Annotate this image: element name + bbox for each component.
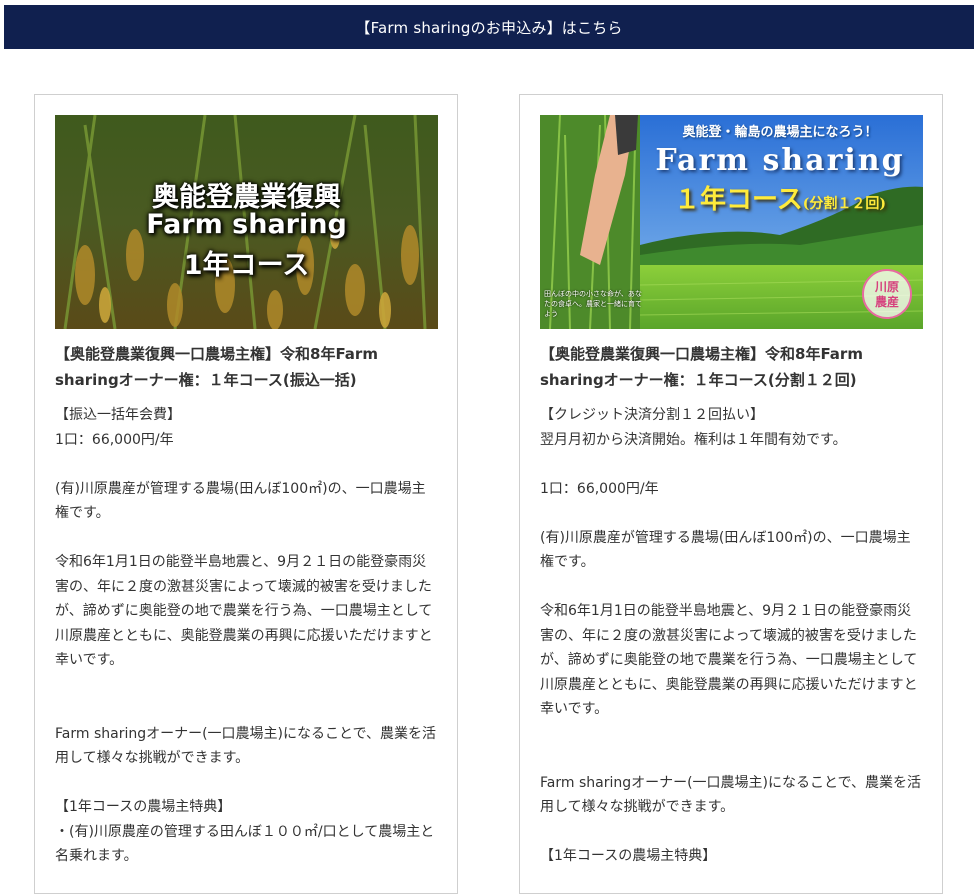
product-card-installment: 奥能登・輪島の農場主になろう！ Farm sharing １年コース(分割１２回…: [519, 94, 943, 894]
product-title[interactable]: 【奥能登農業復興一口農場主権】令和8年Farm sharingオーナー権：１年コ…: [55, 341, 439, 393]
apply-banner-button[interactable]: 【Farm sharingのお申込み】はこちら: [4, 5, 974, 49]
product-description: 【クレジット決済分割１２回払い】 翌月月初から決済開始。権利は１年間有効です。 …: [540, 403, 924, 869]
kawahara-stamp-logo: 川原 農産: [862, 269, 912, 319]
image-tagline: 奥能登・輪島の農場主になろう！: [682, 125, 878, 140]
image-title-line3: 1年コース: [183, 250, 310, 281]
image-title-line2: Farm sharing: [146, 209, 347, 240]
price: 1口：66,000円/年: [55, 431, 174, 448]
description-farm: (有)川原農産が管理する農場(田んぼ100㎡)の、一口農場主権です。: [55, 480, 426, 522]
description-owner: Farm sharingオーナー(一口農場主)になることで、農業を活用して様々な…: [540, 774, 922, 816]
benefit-label: 【1年コースの農場主特典】: [540, 848, 717, 864]
image-course-big: １年コース: [674, 185, 803, 215]
product-description: 【振込一括年会費】 1口：66,000円/年 (有)川原農産が管理する農場(田ん…: [55, 403, 439, 869]
image-course-small: (分割１２回): [802, 196, 886, 212]
description-owner: Farm sharingオーナー(一口農場主)になることで、農業を活用して様々な…: [55, 725, 437, 767]
product-image-rice[interactable]: 奥能登農業復興 Farm sharing 1年コース: [55, 115, 438, 329]
fee-label: 【振込一括年会費】: [55, 407, 181, 423]
description-farm: (有)川原農産が管理する農場(田んぼ100㎡)の、一口農場主権です。: [540, 529, 911, 571]
apply-banner-label: 【Farm sharingのお申込み】はこちら: [355, 18, 623, 37]
product-title[interactable]: 【奥能登農業復興一口農場主権】令和8年Farm sharingオーナー権：１年コ…: [540, 341, 924, 393]
benefit-item: ・(有)川原農産の管理する田んぼ１００㎡/口として農場主と名乗れます。: [55, 823, 435, 865]
product-image-farm[interactable]: 奥能登・輪島の農場主になろう！ Farm sharing １年コース(分割１２回…: [540, 115, 923, 329]
product-card-lump-sum: 奥能登農業復興 Farm sharing 1年コース 【奥能登農業復興一口農場主…: [34, 94, 458, 894]
fee-note: 翌月月初から決済開始。権利は１年間有効です。: [540, 431, 847, 448]
description-disaster: 令和6年1月1日の能登半島地震と、9月２１日の能登豪雨災害の、年に２度の激甚災害…: [540, 603, 918, 717]
description-disaster: 令和6年1月1日の能登半島地震と、9月２１日の能登豪雨災害の、年に２度の激甚災害…: [55, 554, 433, 668]
price: 1口：66,000円/年: [540, 480, 659, 497]
image-course: １年コース(分割１２回): [635, 179, 923, 216]
image-caption: 田んぼの中の小さな命が、あなたの食卓へ。農家と一緒に育てよう: [544, 290, 642, 318]
benefit-label: 【1年コースの農場主特典】: [55, 799, 232, 815]
image-farm-sharing: Farm sharing: [655, 143, 905, 178]
fee-label: 【クレジット決済分割１２回払い】: [540, 407, 764, 423]
